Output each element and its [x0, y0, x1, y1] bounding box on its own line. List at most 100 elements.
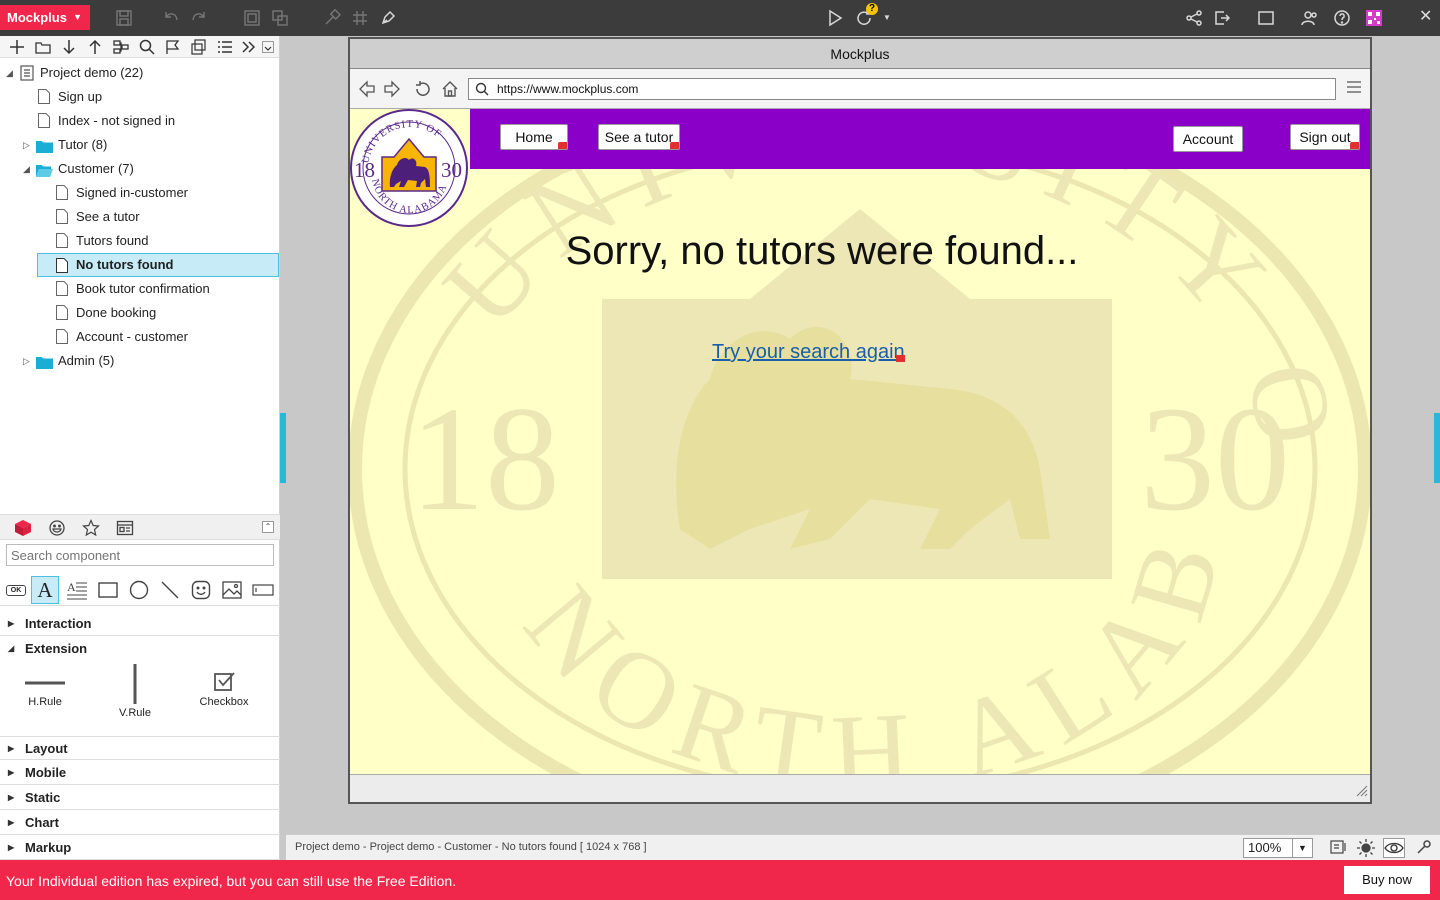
play-icon[interactable]: [824, 7, 846, 29]
back-icon[interactable]: [358, 80, 376, 98]
group-icon[interactable]: [241, 7, 263, 29]
line-component[interactable]: [156, 576, 184, 604]
category-extension[interactable]: ◢ Extension: [0, 637, 280, 661]
icons-tab-icon[interactable]: [48, 519, 66, 537]
collapsed-triangle-icon[interactable]: ▷: [23, 134, 30, 156]
tree-item-tutors-found[interactable]: Tutors found: [0, 230, 280, 252]
rectangle-component[interactable]: [94, 576, 122, 604]
circle-component[interactable]: [125, 576, 153, 604]
home-icon[interactable]: [441, 80, 459, 98]
collapse-icon[interactable]: [262, 41, 274, 53]
list-icon[interactable]: [217, 39, 233, 55]
resize-grip-icon[interactable]: [1356, 785, 1368, 800]
account-button[interactable]: Account: [1173, 126, 1243, 152]
format-painter-icon[interactable]: [321, 7, 343, 29]
category-chart[interactable]: ▶ Chart: [0, 811, 280, 835]
buy-now-button[interactable]: Buy now: [1344, 866, 1430, 894]
tree-folder-admin[interactable]: ▷ Admin (5): [0, 350, 280, 372]
templates-tab-icon[interactable]: [116, 519, 134, 537]
undo-icon[interactable]: [160, 7, 182, 29]
page-structure-icon[interactable]: [113, 39, 129, 55]
right-panel-toggle-handle[interactable]: [1434, 413, 1440, 483]
category-static[interactable]: ▶ Static: [0, 786, 280, 810]
input-component[interactable]: [249, 576, 277, 604]
redo-icon[interactable]: [188, 7, 210, 29]
paragraph-component[interactable]: A: [63, 576, 91, 604]
extension-vrule[interactable]: V.Rule: [95, 664, 175, 719]
try-search-again-link[interactable]: Try your search again: [712, 341, 905, 364]
fit-to-screen-icon[interactable]: [1329, 838, 1351, 858]
sign-out-button[interactable]: Sign out: [1290, 124, 1360, 150]
components-tab-icon[interactable]: [14, 519, 32, 537]
zoom-select[interactable]: 100% ▼: [1243, 838, 1313, 858]
fullscreen-icon[interactable]: [1255, 7, 1277, 29]
extension-item-label: Checkbox: [199, 696, 249, 708]
tree-folder-customer[interactable]: ◢ Customer (7): [0, 158, 280, 180]
category-mobile[interactable]: ▶ Mobile: [0, 761, 280, 785]
tree-project-root[interactable]: ◢ Project demo (22): [0, 62, 280, 84]
brightness-icon[interactable]: [1356, 838, 1378, 858]
browser-mockup-window[interactable]: Mockplus https://www.mockplus.com UNIVER…: [348, 37, 1372, 804]
forward-icon[interactable]: [383, 80, 401, 98]
category-layout[interactable]: ▶ Layout: [0, 736, 280, 760]
see-a-tutor-button[interactable]: See a tutor: [598, 124, 680, 150]
qr-code-icon[interactable]: [1363, 7, 1385, 29]
tree-item-signed-in-customer[interactable]: Signed in-customer: [0, 182, 280, 204]
extension-checkbox[interactable]: Checkbox: [184, 669, 264, 708]
tree-item-label: Project demo (22): [40, 65, 144, 80]
preview-eye-icon[interactable]: [1383, 838, 1405, 858]
tree-item-label: Sign up: [58, 89, 103, 104]
chevron-down-icon[interactable]: ▼: [1292, 839, 1312, 857]
left-panel-toggle-handle[interactable]: [280, 413, 286, 483]
reload-icon[interactable]: [414, 80, 432, 98]
image-component[interactable]: [218, 576, 246, 604]
share-icon[interactable]: [1183, 7, 1205, 29]
hamburger-menu-icon[interactable]: [1346, 80, 1362, 97]
extension-hrule[interactable]: H.Rule: [5, 669, 85, 708]
collapsed-arrow-icon: ▶: [8, 768, 15, 777]
sync-dropdown-icon[interactable]: ▼: [883, 13, 891, 22]
team-icon[interactable]: [1298, 7, 1320, 29]
tree-item-done-booking[interactable]: Done booking: [0, 302, 280, 324]
settings-wrench-icon[interactable]: [1415, 838, 1437, 858]
url-bar[interactable]: https://www.mockplus.com: [468, 78, 1336, 100]
expanded-arrow-icon: ◢: [8, 644, 15, 653]
move-up-icon[interactable]: [87, 39, 103, 55]
tree-item-sign-up[interactable]: Sign up: [0, 86, 280, 108]
tree-item-label: Done booking: [76, 305, 157, 320]
tree-item-account-customer[interactable]: Account - customer: [0, 326, 280, 348]
copy-icon[interactable]: [191, 39, 207, 55]
component-search-input[interactable]: [6, 544, 274, 566]
pen-icon[interactable]: [377, 7, 399, 29]
tree-item-see-a-tutor[interactable]: See a tutor: [0, 206, 280, 228]
flag-icon[interactable]: [165, 39, 181, 55]
button-component[interactable]: OK: [2, 576, 30, 604]
ungroup-icon[interactable]: [269, 7, 291, 29]
move-down-icon[interactable]: [61, 39, 77, 55]
add-icon[interactable]: [9, 39, 25, 55]
grid-icon[interactable]: [349, 7, 371, 29]
brand-menu-button[interactable]: Mockplus ▼: [0, 5, 90, 30]
tree-folder-tutor[interactable]: ▷ Tutor (8): [0, 134, 280, 156]
collapsed-triangle-icon[interactable]: ▷: [23, 350, 30, 372]
more-icon[interactable]: [241, 39, 257, 55]
folder-icon[interactable]: [35, 39, 51, 55]
tree-item-index[interactable]: Index - not signed in: [0, 110, 280, 132]
tree-item-no-tutors-found[interactable]: No tutors found: [37, 253, 279, 277]
update-badge[interactable]: ?: [866, 3, 878, 15]
close-icon[interactable]: ✕: [1419, 6, 1432, 26]
expanded-triangle-icon[interactable]: ◢: [23, 158, 30, 180]
export-icon[interactable]: [1211, 7, 1233, 29]
category-markup[interactable]: ▶ Markup: [0, 836, 280, 860]
help-icon[interactable]: [1331, 7, 1353, 29]
tree-item-book-tutor-confirmation[interactable]: Book tutor confirmation: [0, 278, 280, 300]
expanded-triangle-icon[interactable]: ◢: [6, 62, 13, 84]
favorites-tab-icon[interactable]: [82, 519, 100, 537]
save-icon[interactable]: [113, 7, 135, 29]
home-button[interactable]: Home: [500, 124, 568, 150]
category-interaction[interactable]: ▶ Interaction: [0, 612, 280, 636]
search-icon[interactable]: [139, 39, 155, 55]
text-component[interactable]: A: [31, 576, 59, 604]
emoji-component[interactable]: [187, 576, 215, 604]
collapse-panel-icon[interactable]: ⌃: [262, 521, 274, 533]
